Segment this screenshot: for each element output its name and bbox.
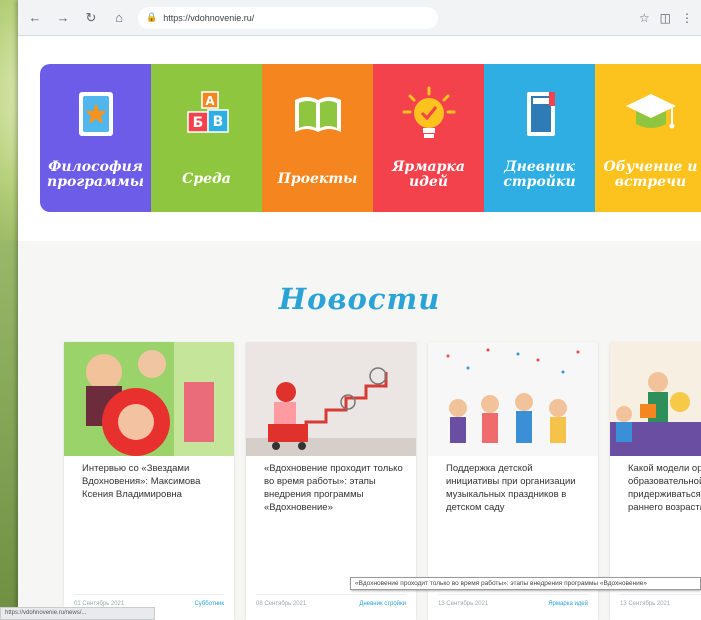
news-card-date: 13 Сентябрь 2021 — [620, 601, 671, 607]
toolbar-actions: ☆ ◫ ⋮ — [639, 11, 693, 25]
menu-icon[interactable]: ⋮ — [681, 11, 693, 25]
arrow-left-icon[interactable]: ← — [26, 9, 44, 27]
svg-text:В: В — [212, 114, 223, 130]
menu-tile-philosophy[interactable]: Философия программы — [40, 64, 151, 212]
news-card-image — [428, 342, 598, 456]
news-card-footer: 08 Сентябрь 2021 Дневник стройки — [256, 594, 406, 608]
news-card-category[interactable]: Ярмарка идей — [548, 601, 588, 608]
news-card-image — [610, 342, 701, 456]
url-text: https://vdohnovenie.ru/ — [163, 12, 255, 23]
menu-tile-label: Проекты — [277, 171, 358, 187]
web-page: Философия программы A Б В Среда Проекты … — [18, 36, 701, 620]
menu-tile-label: Обучение и встречи — [603, 159, 698, 190]
hero-section: Философия программы A Б В Среда Проекты … — [18, 36, 701, 241]
news-card-date: 13 Сентябрь 2021 — [438, 601, 489, 607]
news-card-footer: 13 Сентябрь 2021 Ярмарка идей — [438, 594, 588, 608]
news-card-footer: 01 Сентябрь 2021 Субботник — [74, 594, 224, 608]
news-card-category[interactable]: Дневник стройки — [359, 601, 406, 608]
link-tooltip: «Вдохновение проходит только во время ра… — [350, 577, 701, 590]
news-heading: Новости — [278, 282, 441, 316]
arrow-right-icon[interactable]: → — [54, 9, 72, 27]
status-bar: https://vdohnovenie.ru/news/... — [0, 607, 155, 620]
menu-tile-environment[interactable]: A Б В Среда — [151, 64, 262, 212]
menu-tile-label: Среда — [182, 171, 231, 187]
news-card-title: Интервью со «Звездами Вдохновения»: Макс… — [82, 463, 201, 500]
news-card-category[interactable]: Субботник — [194, 601, 224, 608]
reload-icon[interactable]: ↻ — [82, 9, 100, 27]
menu-tile-label: Дневник стройки — [503, 159, 576, 190]
bookmark-star-icon[interactable]: ☆ — [639, 11, 650, 25]
home-icon[interactable]: ⌂ — [110, 9, 128, 27]
desktop-background-strip — [0, 240, 20, 620]
browser-toolbar: ← → ↻ ⌂ 🔒 https://vdohnovenie.ru/ ☆ ◫ ⋮ — [18, 0, 701, 36]
news-card-image — [64, 342, 234, 456]
address-bar[interactable]: 🔒 https://vdohnovenie.ru/ — [138, 6, 438, 29]
star-document-icon — [78, 92, 113, 136]
browser-window: ← → ↻ ⌂ 🔒 https://vdohnovenie.ru/ ☆ ◫ ⋮ — [18, 0, 701, 620]
news-card-footer: 13 Сентябрь 2021 — [620, 594, 701, 608]
lock-icon: 🔒 — [146, 12, 158, 22]
news-card-title: «Вдохновение проходит только во время ра… — [264, 463, 403, 513]
menu-tile-label: Философия программы — [47, 159, 144, 190]
news-card-title: Поддержка детской инициативы при организ… — [446, 463, 576, 513]
svg-text:Б: Б — [192, 115, 203, 131]
news-card-image — [246, 342, 416, 456]
category-menu: Философия программы A Б В Среда Проекты … — [40, 64, 701, 212]
menu-tile-projects[interactable]: Проекты — [262, 64, 373, 212]
menu-tile-build-diary[interactable]: Дневник стройки — [484, 64, 595, 212]
open-book-icon — [294, 97, 341, 132]
svg-text:A: A — [205, 94, 215, 108]
extensions-icon[interactable]: ◫ — [660, 11, 671, 25]
alphabet-blocks-icon: A Б В — [186, 91, 229, 133]
graduation-cap-icon — [625, 94, 676, 129]
news-card-title: Какой модели организации образовательной… — [628, 463, 701, 513]
menu-tile-education[interactable]: Обучение и встречи — [595, 64, 701, 212]
news-card[interactable]: Интервью со «Звездами Вдохновения»: Макс… — [64, 342, 234, 620]
menu-tile-label: Ярмарка идей — [392, 159, 465, 190]
menu-tile-ideas-fair[interactable]: Ярмарка идей — [373, 64, 484, 212]
news-card-date: 08 Сентябрь 2021 — [256, 601, 307, 607]
diary-icon — [526, 92, 555, 136]
lightbulb-icon — [402, 86, 455, 138]
